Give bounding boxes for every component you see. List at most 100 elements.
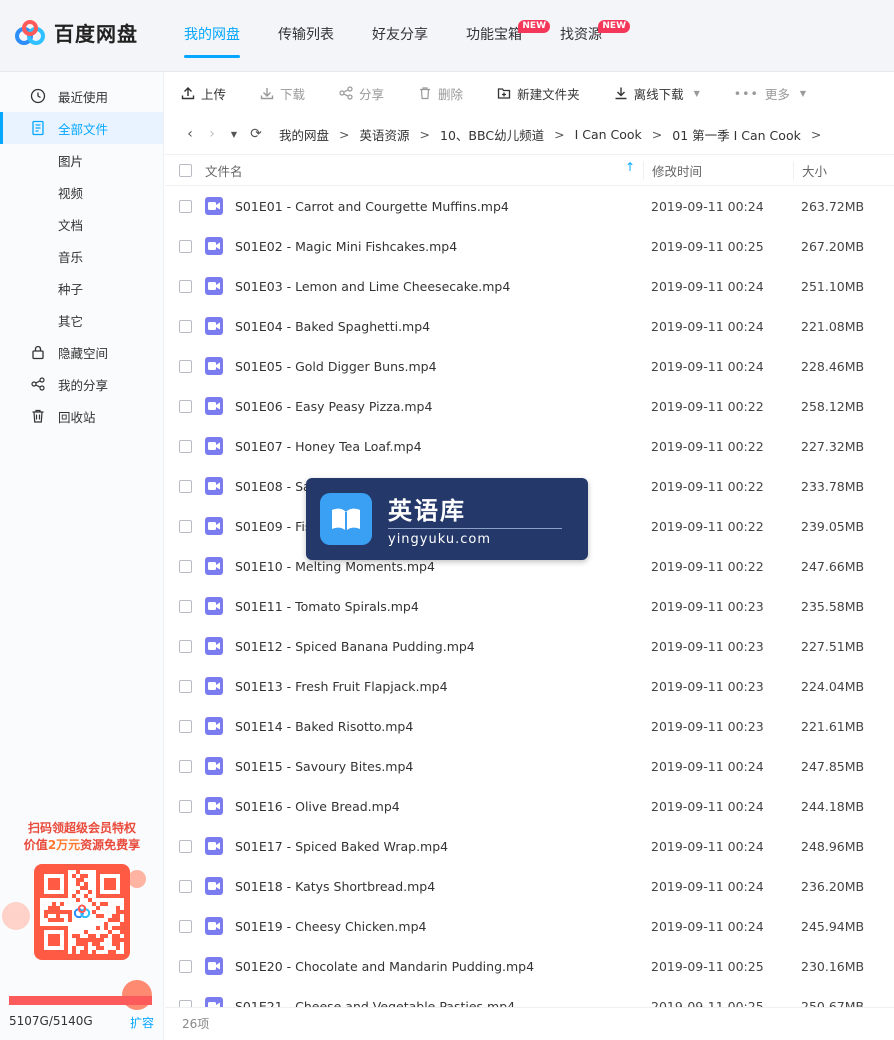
back-arrow-icon[interactable]: ‹ (179, 126, 201, 142)
file-name-cell[interactable]: S01E03 - Lemon and Lime Cheesecake.mp4 (205, 277, 643, 295)
delete-button[interactable]: 删除 (418, 84, 463, 103)
top-nav-tab[interactable]: 我的网盘 (184, 0, 240, 72)
breadcrumb-item[interactable]: 10、BBC幼儿频道 (440, 125, 544, 144)
file-name[interactable]: S01E06 - Easy Peasy Pizza.mp4 (235, 399, 432, 414)
file-name[interactable]: S01E17 - Spiced Baked Wrap.mp4 (235, 839, 448, 854)
file-name-cell[interactable]: S01E18 - Katys Shortbread.mp4 (205, 877, 643, 895)
table-row[interactable]: S01E21 - Cheese and Vegetable Pasties.mp… (165, 986, 894, 1008)
sort-ascending-icon[interactable]: ↑ (625, 160, 635, 174)
row-checkbox[interactable] (178, 519, 192, 533)
table-row[interactable]: S01E15 - Savoury Bites.mp4 2019-09-11 00:… (165, 746, 894, 786)
sidebar-item[interactable]: 种子 (0, 272, 163, 304)
sidebar-item[interactable]: 回收站 (0, 400, 163, 432)
table-row[interactable]: S01E11 - Tomato Spirals.mp4 2019-09-11 00… (165, 586, 894, 626)
file-name[interactable]: S01E07 - Honey Tea Loaf.mp4 (235, 439, 422, 454)
file-name-cell[interactable]: S01E14 - Baked Risotto.mp4 (205, 717, 643, 735)
file-name[interactable]: S01E19 - Cheesy Chicken.mp4 (235, 919, 426, 934)
sidebar-item[interactable]: 视频 (0, 176, 163, 208)
file-name-cell[interactable]: S01E20 - Chocolate and Mandarin Pudding.… (205, 957, 643, 975)
file-name-cell[interactable]: S01E04 - Baked Spaghetti.mp4 (205, 317, 643, 335)
breadcrumb-item[interactable]: 英语资源 (360, 125, 410, 144)
top-nav-tab[interactable]: 功能宝箱 NEW (466, 0, 550, 72)
sidebar-item[interactable]: 最近使用 (0, 80, 163, 112)
sidebar-item[interactable]: 全部文件 (0, 112, 163, 144)
row-checkbox[interactable] (178, 959, 192, 973)
top-nav-tab[interactable]: 找资源 NEW (560, 0, 630, 72)
file-name[interactable]: S01E20 - Chocolate and Mandarin Pudding.… (235, 959, 534, 974)
sidebar-item[interactable]: 音乐 (0, 240, 163, 272)
share-button[interactable]: 分享 (339, 84, 384, 103)
row-checkbox[interactable] (178, 399, 192, 413)
table-row[interactable]: S01E19 - Cheesy Chicken.mp4 2019-09-11 00… (165, 906, 894, 946)
more-button[interactable]: ••• 更多 ▼ (734, 84, 806, 103)
table-row[interactable]: S01E16 - Olive Bread.mp4 2019-09-11 00:24… (165, 786, 894, 826)
table-row[interactable]: S01E06 - Easy Peasy Pizza.mp4 2019-09-11 … (165, 386, 894, 426)
sidebar-item[interactable]: 图片 (0, 144, 163, 176)
new-folder-button[interactable]: 新建文件夹 (497, 84, 580, 103)
expand-storage-link[interactable]: 扩容 (130, 1014, 154, 1031)
file-name[interactable]: S01E18 - Katys Shortbread.mp4 (235, 879, 435, 894)
offline-download-button[interactable]: 离线下载 ▼ (614, 84, 700, 103)
upload-button[interactable]: 上传 (181, 84, 226, 103)
refresh-icon[interactable]: ⟳ (245, 126, 267, 142)
sidebar-item[interactable]: 其它 (0, 304, 163, 336)
file-name-cell[interactable]: S01E07 - Honey Tea Loaf.mp4 (205, 437, 643, 455)
row-checkbox[interactable] (178, 639, 192, 653)
row-checkbox[interactable] (178, 479, 192, 493)
row-checkbox[interactable] (178, 919, 192, 933)
table-row[interactable]: S01E03 - Lemon and Lime Cheesecake.mp4 20… (165, 266, 894, 306)
row-checkbox[interactable] (178, 799, 192, 813)
row-checkbox[interactable] (178, 439, 192, 453)
table-row[interactable]: S01E18 - Katys Shortbread.mp4 2019-09-11 … (165, 866, 894, 906)
table-row[interactable]: S01E04 - Baked Spaghetti.mp4 2019-09-11 0… (165, 306, 894, 346)
sidebar-item[interactable]: 隐藏空间 (0, 336, 163, 368)
row-checkbox[interactable] (178, 879, 192, 893)
column-header-time[interactable]: 修改时间 (643, 160, 793, 180)
file-name[interactable]: S01E16 - Olive Bread.mp4 (235, 799, 400, 814)
row-checkbox[interactable] (178, 759, 192, 773)
column-header-name[interactable]: 文件名 ↑ (205, 160, 643, 180)
file-name[interactable]: S01E10 - Melting Moments.mp4 (235, 559, 435, 574)
file-name-cell[interactable]: S01E16 - Olive Bread.mp4 (205, 797, 643, 815)
file-name[interactable]: S01E01 - Carrot and Courgette Muffins.mp… (235, 199, 509, 214)
vip-promo[interactable]: 扫码领超级会员特权 价值2万元资源免费享 (2, 820, 154, 1010)
table-row[interactable]: S01E01 - Carrot and Courgette Muffins.mp… (165, 186, 894, 226)
file-name[interactable]: S01E13 - Fresh Fruit Flapjack.mp4 (235, 679, 448, 694)
qr-code[interactable] (34, 864, 130, 960)
table-row[interactable]: S01E07 - Honey Tea Loaf.mp4 2019-09-11 00… (165, 426, 894, 466)
table-row[interactable]: S01E02 - Magic Mini Fishcakes.mp4 2019-09… (165, 226, 894, 266)
file-name[interactable]: S01E05 - Gold Digger Buns.mp4 (235, 359, 437, 374)
file-name[interactable]: S01E04 - Baked Spaghetti.mp4 (235, 319, 430, 334)
file-name-cell[interactable]: S01E06 - Easy Peasy Pizza.mp4 (205, 397, 643, 415)
row-checkbox[interactable] (178, 679, 192, 693)
file-name-cell[interactable]: S01E12 - Spiced Banana Pudding.mp4 (205, 637, 643, 655)
file-name-cell[interactable]: S01E13 - Fresh Fruit Flapjack.mp4 (205, 677, 643, 695)
top-nav-tab[interactable]: 传输列表 (278, 0, 334, 72)
forward-arrow-icon[interactable]: › (201, 126, 223, 142)
row-checkbox[interactable] (178, 839, 192, 853)
column-header-size[interactable]: 大小 (793, 160, 893, 180)
table-row[interactable]: S01E14 - Baked Risotto.mp4 2019-09-11 00:… (165, 706, 894, 746)
row-checkbox[interactable] (178, 239, 192, 253)
top-nav-tab[interactable]: 好友分享 (372, 0, 428, 72)
table-row[interactable]: S01E20 - Chocolate and Mandarin Pudding.… (165, 946, 894, 986)
file-name-cell[interactable]: S01E05 - Gold Digger Buns.mp4 (205, 357, 643, 375)
table-row[interactable]: S01E12 - Spiced Banana Pudding.mp4 2019-0… (165, 626, 894, 666)
chevron-down-icon[interactable]: ▼ (800, 89, 806, 98)
row-checkbox[interactable] (178, 359, 192, 373)
row-checkbox[interactable] (178, 319, 192, 333)
file-name[interactable]: S01E02 - Magic Mini Fishcakes.mp4 (235, 239, 457, 254)
file-name-cell[interactable]: S01E11 - Tomato Spirals.mp4 (205, 597, 643, 615)
file-name-cell[interactable]: S01E19 - Cheesy Chicken.mp4 (205, 917, 643, 935)
breadcrumb-item[interactable]: 01 第一季 I Can Cook (672, 125, 801, 144)
file-name-cell[interactable]: S01E02 - Magic Mini Fishcakes.mp4 (205, 237, 643, 255)
row-checkbox[interactable] (178, 279, 192, 293)
row-checkbox[interactable] (178, 559, 192, 573)
select-all-checkbox[interactable] (178, 163, 192, 177)
file-name-cell[interactable]: S01E15 - Savoury Bites.mp4 (205, 757, 643, 775)
file-name[interactable]: S01E11 - Tomato Spirals.mp4 (235, 599, 419, 614)
file-name[interactable]: S01E03 - Lemon and Lime Cheesecake.mp4 (235, 279, 510, 294)
file-name-cell[interactable]: S01E01 - Carrot and Courgette Muffins.mp… (205, 197, 643, 215)
table-row[interactable]: S01E05 - Gold Digger Buns.mp4 2019-09-11 … (165, 346, 894, 386)
breadcrumb-item[interactable]: I Can Cook (575, 127, 642, 142)
